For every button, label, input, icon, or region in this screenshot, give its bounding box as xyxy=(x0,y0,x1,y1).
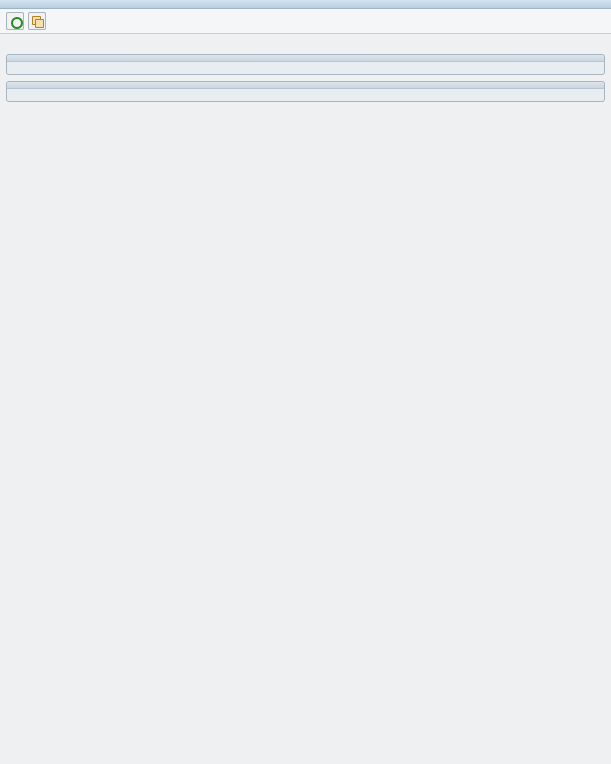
group-title-other xyxy=(7,82,604,89)
selection-bottom xyxy=(0,120,611,134)
group-other-params xyxy=(6,81,605,102)
page-title xyxy=(0,0,611,9)
variant-icon[interactable] xyxy=(28,12,46,30)
group-title-new-po xyxy=(7,55,604,62)
execute-icon[interactable] xyxy=(6,12,24,30)
selection-top xyxy=(0,34,611,48)
toolbar xyxy=(0,9,611,34)
group-new-po xyxy=(6,54,605,75)
